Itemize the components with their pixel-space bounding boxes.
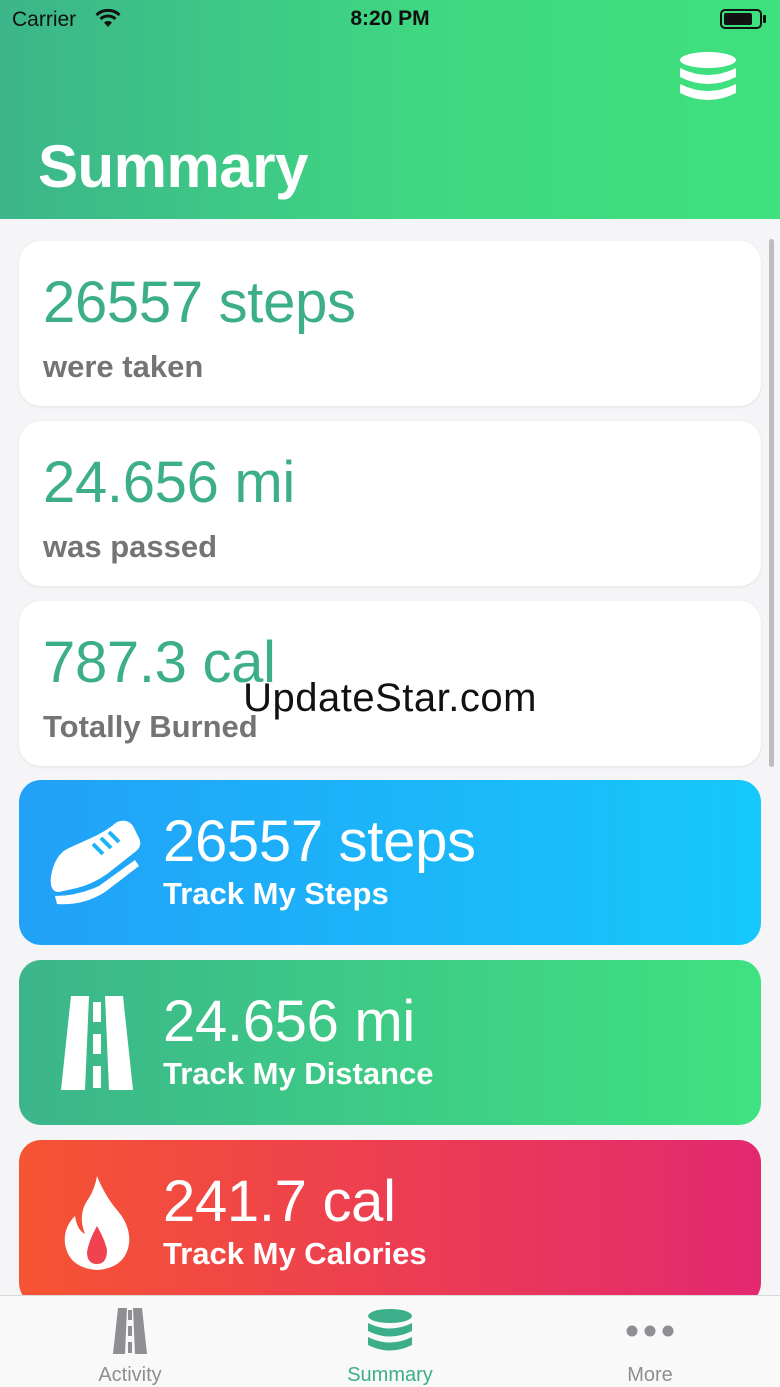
shoe-icon [50, 820, 141, 905]
track-distance-label: Track My Distance [163, 1056, 434, 1091]
track-steps-label: Track My Steps [163, 876, 389, 911]
track-distance-value: 24.656 mi [163, 989, 416, 1054]
database-icon [368, 1309, 412, 1351]
track-steps-value: 26557 steps [163, 809, 476, 874]
header: Carrier 8:20 PM Summary [0, 0, 780, 219]
status-bar: Carrier 8:20 PM [0, 0, 780, 40]
calories-summary-value: 787.3 cal [43, 630, 276, 695]
distance-summary-caption: was passed [43, 529, 218, 564]
tab-activity[interactable]: Activity [0, 1296, 260, 1387]
road-icon [61, 996, 133, 1090]
page-title: Summary [38, 133, 308, 200]
summary-list[interactable]: 26557 steps were taken 24.656 mi was pas… [0, 219, 780, 1295]
tab-bar: Activity Summary More [0, 1295, 780, 1387]
track-calories-button[interactable]: 241.7 cal Track My Calories [19, 1140, 761, 1295]
track-steps-button[interactable]: 26557 steps Track My Steps [19, 780, 761, 945]
distance-summary-value: 24.656 mi [43, 450, 296, 515]
track-distance-button[interactable]: 24.656 mi Track My Distance [19, 960, 761, 1125]
flame-icon [64, 1176, 130, 1270]
more-dots-icon [626, 1325, 674, 1337]
steps-summary-value: 26557 steps [43, 270, 356, 335]
tab-activity-label: Activity [98, 1364, 162, 1386]
track-calories-label: Track My Calories [163, 1236, 427, 1271]
calories-summary-caption: Totally Burned [43, 709, 258, 744]
tab-more[interactable]: More [520, 1296, 780, 1387]
calories-summary-card: 787.3 cal Totally Burned [19, 601, 761, 766]
track-calories-value: 241.7 cal [163, 1169, 396, 1234]
steps-summary-caption: were taken [43, 349, 204, 384]
tab-summary-label: Summary [347, 1364, 433, 1386]
tab-more-label: More [627, 1364, 673, 1386]
database-icon[interactable] [676, 48, 740, 112]
scroll-indicator[interactable] [769, 239, 774, 767]
tab-summary[interactable]: Summary [260, 1296, 520, 1387]
status-time: 8:20 PM [350, 7, 430, 30]
steps-summary-card: 26557 steps were taken [19, 241, 761, 406]
road-icon [113, 1308, 147, 1354]
battery-icon [720, 9, 766, 29]
distance-summary-card: 24.656 mi was passed [19, 421, 761, 586]
